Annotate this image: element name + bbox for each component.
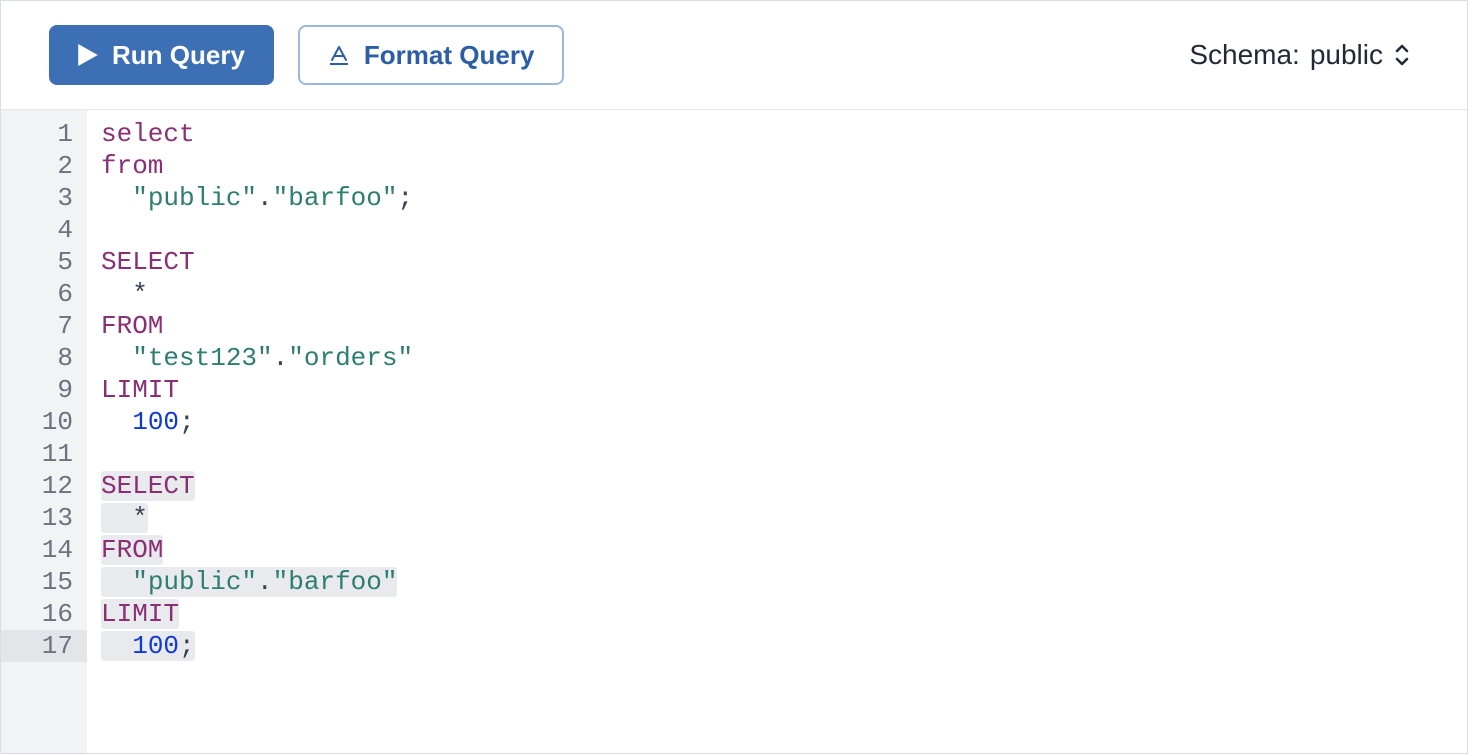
- code-line[interactable]: 100;: [101, 406, 1467, 438]
- line-number: 5: [21, 246, 73, 278]
- line-number: 4: [21, 214, 73, 246]
- line-number: 7: [21, 310, 73, 342]
- line-number: 14: [21, 534, 73, 566]
- code-line[interactable]: *: [101, 502, 1467, 534]
- code-line[interactable]: "public"."barfoo";: [101, 182, 1467, 214]
- line-number: 3: [21, 182, 73, 214]
- code-line[interactable]: [101, 438, 1467, 470]
- sql-editor-panel: Run Query Format Query Schema: public: [0, 0, 1468, 754]
- line-number: 13: [21, 502, 73, 534]
- code-line[interactable]: FROM: [101, 310, 1467, 342]
- code-area[interactable]: selectfrom "public"."barfoo";SELECT *FRO…: [87, 110, 1467, 753]
- code-line[interactable]: [101, 214, 1467, 246]
- format-text-icon: [328, 44, 350, 66]
- code-line[interactable]: from: [101, 150, 1467, 182]
- code-line[interactable]: "test123"."orders": [101, 342, 1467, 374]
- line-number: 16: [21, 598, 73, 630]
- line-number: 15: [21, 566, 73, 598]
- schema-value: public: [1310, 39, 1383, 71]
- code-line[interactable]: LIMIT: [101, 598, 1467, 630]
- chevron-up-down-icon: [1393, 42, 1411, 68]
- code-line[interactable]: SELECT: [101, 246, 1467, 278]
- play-icon: [78, 44, 98, 66]
- code-editor[interactable]: 1234567891011121314151617 selectfrom "pu…: [1, 110, 1467, 753]
- line-number: 2: [21, 150, 73, 182]
- line-number: 6: [21, 278, 73, 310]
- line-number-gutter: 1234567891011121314151617: [1, 110, 87, 753]
- code-line[interactable]: *: [101, 278, 1467, 310]
- code-line[interactable]: LIMIT: [101, 374, 1467, 406]
- schema-label-prefix: Schema:: [1189, 39, 1300, 71]
- format-query-label: Format Query: [364, 40, 535, 71]
- line-number: 12: [21, 470, 73, 502]
- run-query-label: Run Query: [112, 40, 245, 71]
- line-number: 9: [21, 374, 73, 406]
- line-number: 11: [21, 438, 73, 470]
- line-number: 1: [21, 118, 73, 150]
- schema-selector[interactable]: Schema: public: [1189, 39, 1419, 71]
- code-line[interactable]: FROM: [101, 534, 1467, 566]
- code-line[interactable]: SELECT: [101, 470, 1467, 502]
- line-number: 17: [1, 630, 87, 662]
- run-query-button[interactable]: Run Query: [49, 25, 274, 85]
- toolbar: Run Query Format Query Schema: public: [1, 1, 1467, 110]
- code-line[interactable]: 100;: [101, 630, 1467, 662]
- code-line[interactable]: select: [101, 118, 1467, 150]
- code-line[interactable]: "public"."barfoo": [101, 566, 1467, 598]
- line-number: 8: [21, 342, 73, 374]
- line-number: 10: [21, 406, 73, 438]
- format-query-button[interactable]: Format Query: [298, 25, 565, 85]
